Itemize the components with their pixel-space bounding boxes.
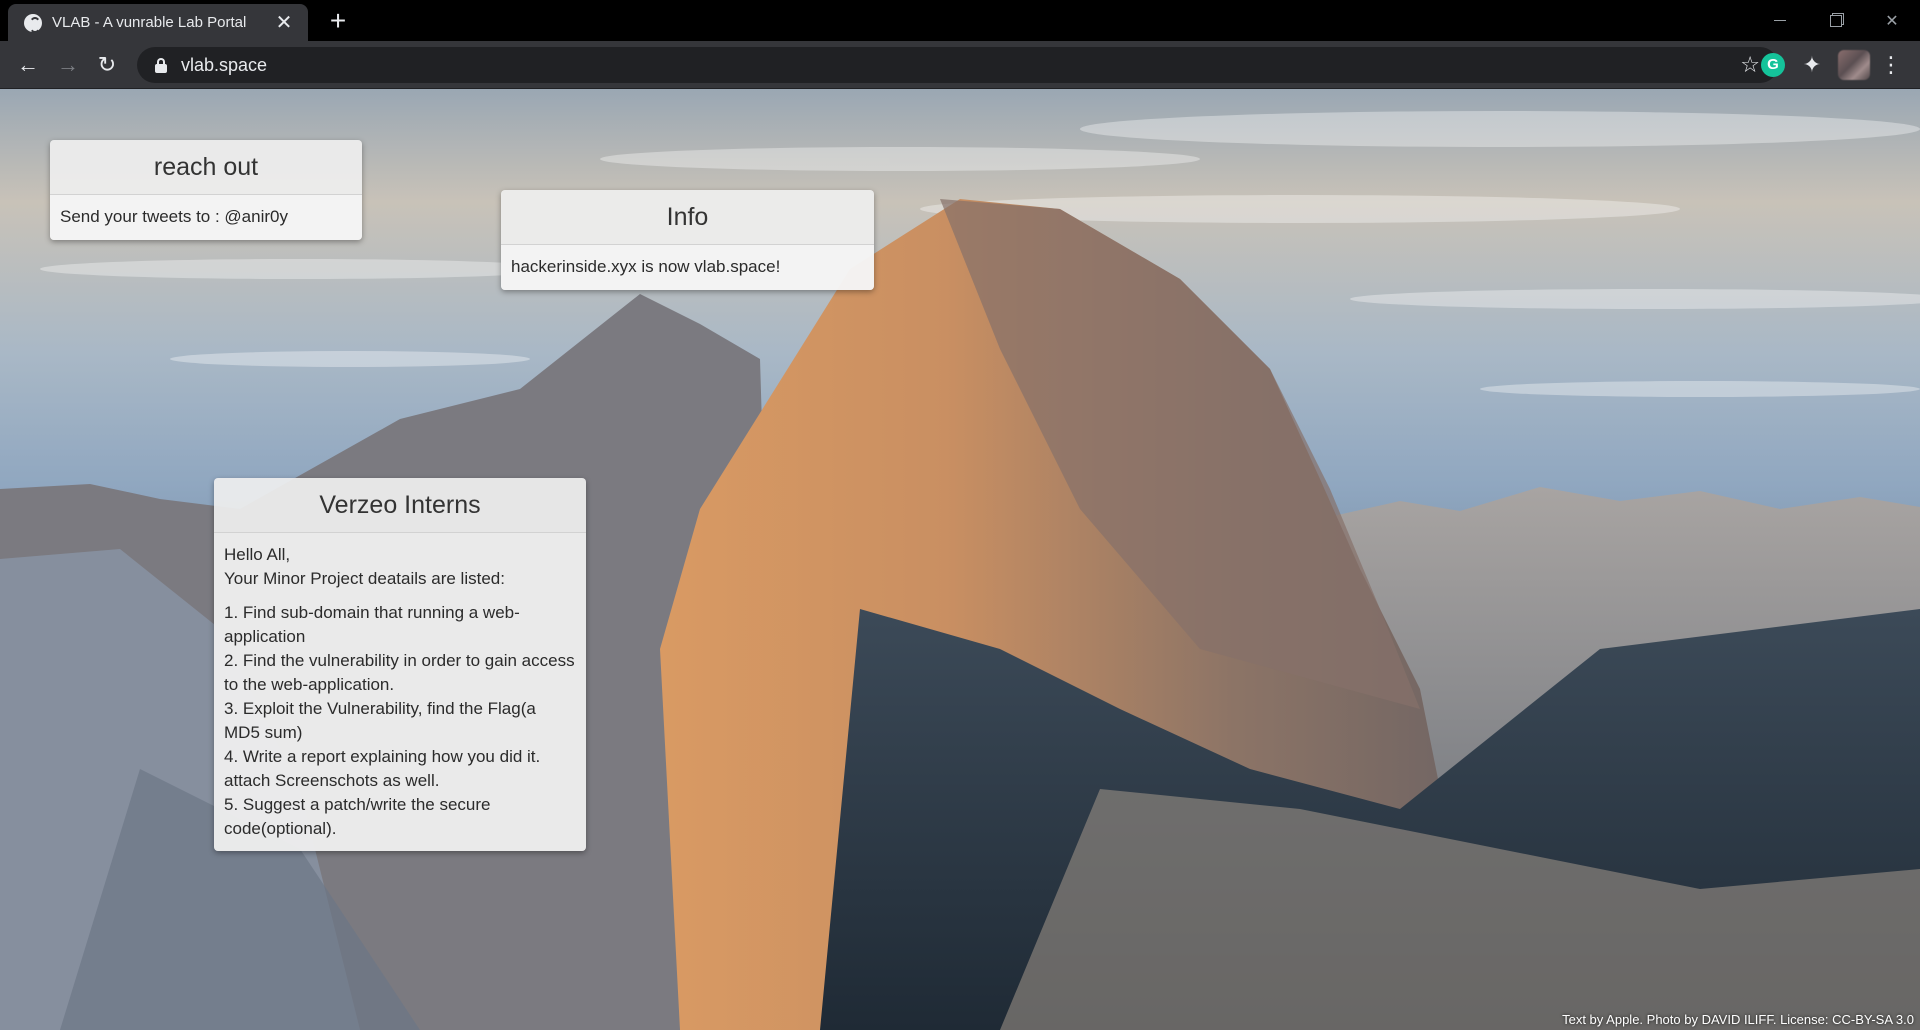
interns-body: Hello All, Your Minor Project deatails a… <box>214 533 586 851</box>
page-viewport: reach out Send your tweets to : @anir0y … <box>0 89 1920 1030</box>
lock-icon[interactable] <box>153 57 169 73</box>
interns-intro: Your Minor Project deatails are listed: <box>224 569 505 588</box>
back-icon: ← <box>17 52 39 77</box>
interns-card: Verzeo Interns Hello All, Your Minor Pro… <box>214 478 586 851</box>
window-controls: ✕ <box>1752 0 1920 41</box>
plus-icon: + <box>329 5 347 36</box>
new-tab-button[interactable]: + <box>322 6 354 38</box>
minimize-button[interactable] <box>1752 0 1808 41</box>
url-text[interactable]: vlab.space <box>181 55 1740 76</box>
tab-strip: VLAB - A vunrable Lab Portal ✕ + ✕ <box>0 0 1920 41</box>
task-item: 4. Write a report explaining how you did… <box>224 747 541 790</box>
task-item: 5. Suggest a patch/write the secure code… <box>224 795 491 838</box>
reach-out-title: reach out <box>50 140 362 195</box>
task-item: 2. Find the vulnerability in order to ga… <box>224 651 575 694</box>
reach-out-body: Send your tweets to : @anir0y <box>50 195 362 240</box>
photo-credit: Text by Apple. Photo by DAVID ILIFF. Lic… <box>1562 1012 1914 1027</box>
restore-button[interactable] <box>1808 0 1864 41</box>
puzzle-icon[interactable]: ✦ <box>1800 53 1824 77</box>
close-window-button[interactable]: ✕ <box>1864 0 1920 41</box>
active-tab[interactable]: VLAB - A vunrable Lab Portal ✕ <box>8 4 308 41</box>
avatar[interactable] <box>1838 50 1870 80</box>
close-icon[interactable]: ✕ <box>272 13 296 33</box>
forward-icon: → <box>57 52 79 77</box>
tab-title: VLAB - A vunrable Lab Portal <box>52 14 247 31</box>
reload-icon: ↻ <box>97 52 117 77</box>
forward-button[interactable]: → <box>52 49 84 81</box>
back-button[interactable]: ← <box>12 49 44 81</box>
info-title: Info <box>501 190 874 245</box>
task-list: 1. Find sub-domain that running a web-ap… <box>224 601 576 841</box>
browser-toolbar: ← → ↻ vlab.space ☆ G ✦ ⋮ <box>0 41 1920 89</box>
reach-out-card: reach out Send your tweets to : @anir0y <box>50 140 362 240</box>
grammarly-icon[interactable]: G <box>1761 53 1785 77</box>
globe-icon <box>24 13 42 33</box>
interns-greeting: Hello All, <box>224 545 291 564</box>
info-card: Info hackerinside.xyx is now vlab.space! <box>501 190 874 290</box>
address-bar[interactable]: vlab.space ☆ <box>137 47 1778 83</box>
interns-title: Verzeo Interns <box>214 478 586 533</box>
reload-button[interactable]: ↻ <box>91 49 123 81</box>
info-body: hackerinside.xyx is now vlab.space! <box>501 245 874 290</box>
task-item: 1. Find sub-domain that running a web-ap… <box>224 603 520 646</box>
star-icon[interactable]: ☆ <box>1740 52 1760 78</box>
kebab-menu-icon[interactable]: ⋮ <box>1880 53 1902 77</box>
task-item: 3. Exploit the Vulnerability, find the F… <box>224 699 536 742</box>
